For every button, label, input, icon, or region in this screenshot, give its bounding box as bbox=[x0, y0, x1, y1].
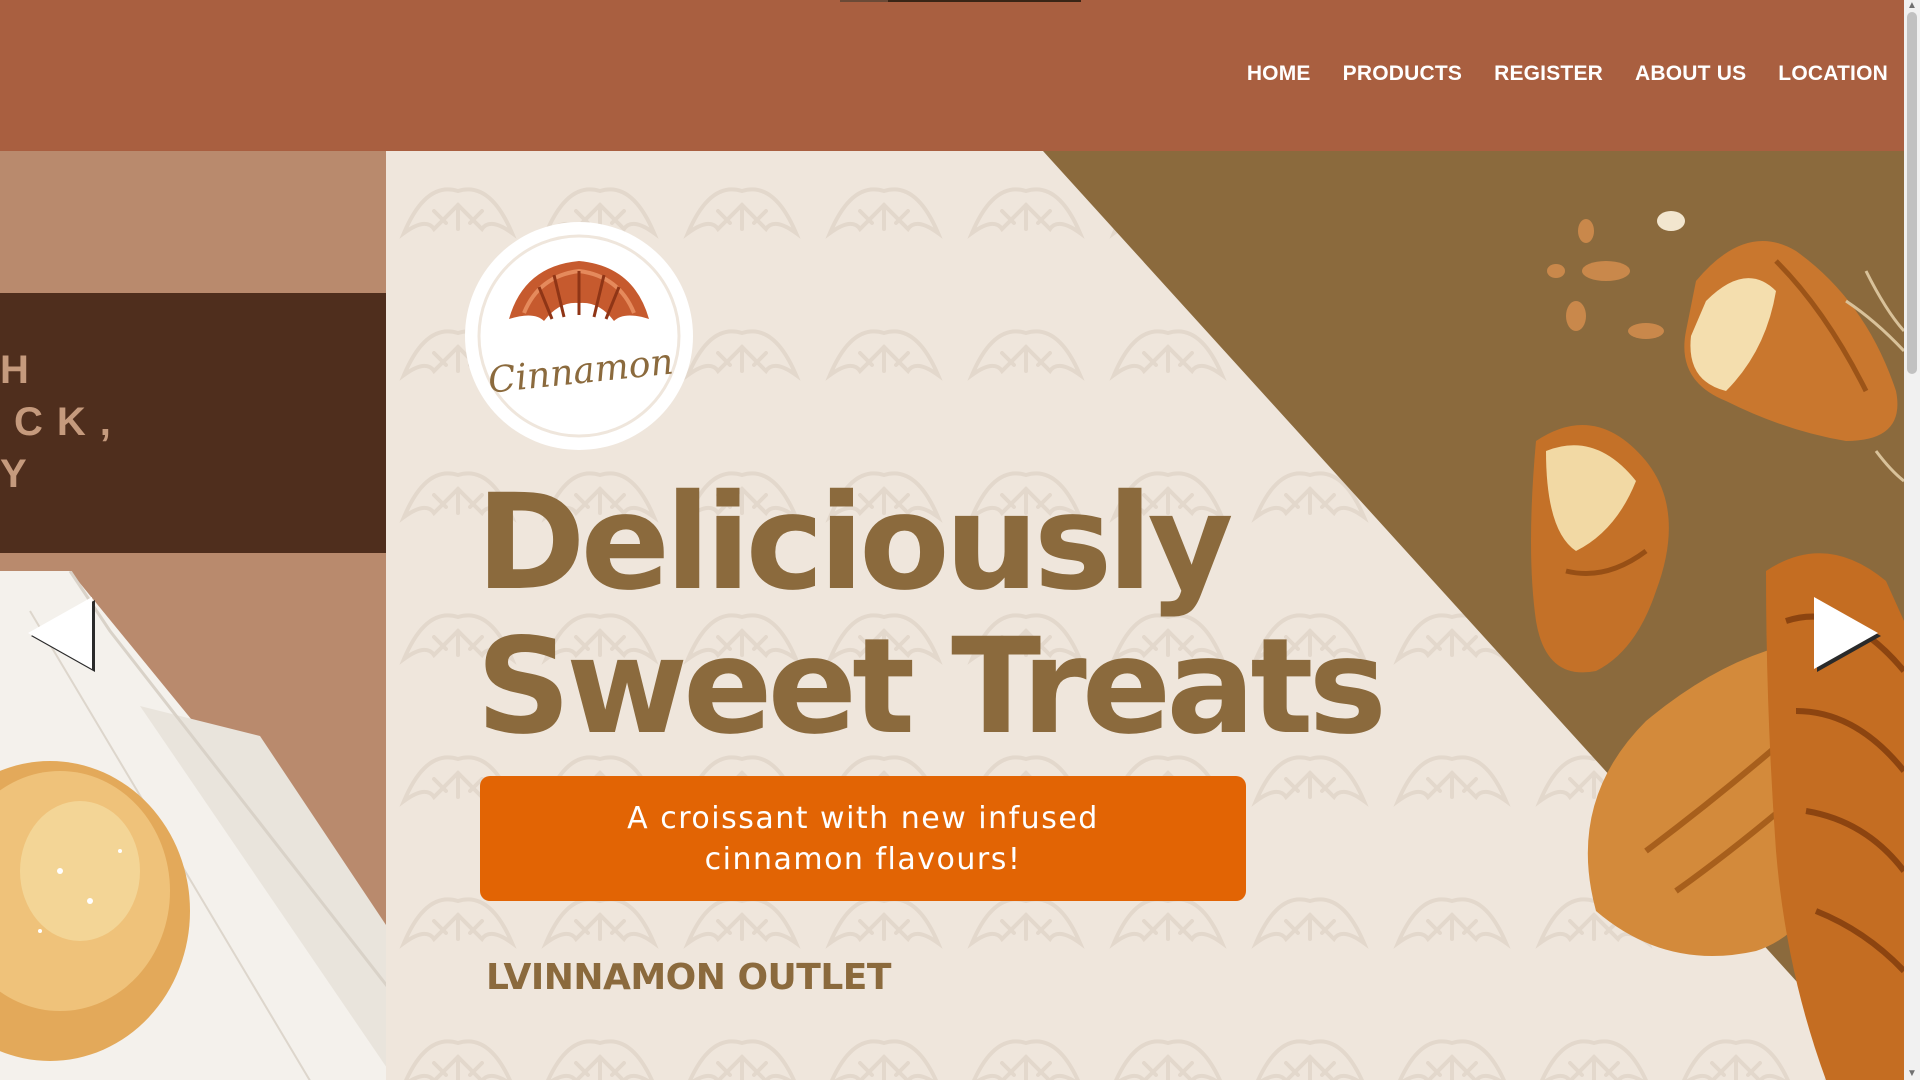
current-slide: Cinnamon Deliciously Sweet Treats A croi… bbox=[386, 151, 1904, 1080]
nav-about-us[interactable]: ABOUT US bbox=[1635, 62, 1746, 86]
carousel-next-button[interactable] bbox=[1808, 591, 1884, 675]
cinnamon-logo: Cinnamon bbox=[465, 222, 693, 450]
nav-register[interactable]: REGISTER bbox=[1494, 62, 1603, 86]
hero-headline: Deliciously Sweet Treats bbox=[476, 471, 1387, 759]
carousel-prev-button[interactable] bbox=[22, 591, 98, 675]
previous-slide-line: CK, bbox=[14, 400, 125, 444]
nav-location[interactable]: LOCATION bbox=[1778, 62, 1888, 86]
promo-text: A croissant with new infused cinnamon fl… bbox=[627, 800, 1099, 877]
page-scrollbar[interactable]: ▲ ▼ bbox=[1904, 0, 1920, 1080]
navbar: HOME PRODUCTS REGISTER ABOUT US LOCATION bbox=[0, 0, 1904, 151]
previous-slide-line: Y bbox=[0, 452, 41, 496]
outlet-name: LVINNAMON OUTLET bbox=[486, 957, 891, 998]
headline-line-1: Deliciously bbox=[476, 466, 1234, 620]
carousel-top-indicator bbox=[840, 0, 1081, 2]
nav-links: HOME PRODUCTS REGISTER ABOUT US LOCATION bbox=[1247, 62, 1888, 86]
previous-slide-banner: H CK, Y bbox=[0, 293, 386, 553]
hero-carousel: H CK, Y Cinnamon Deliciously Sweet Treat… bbox=[0, 151, 1904, 1080]
left-triangle-arrow-icon bbox=[28, 597, 95, 672]
right-triangle-arrow-icon bbox=[1814, 597, 1881, 672]
previous-slide-line: H bbox=[0, 348, 43, 392]
scroll-down-icon[interactable]: ▼ bbox=[1904, 1068, 1920, 1080]
nav-products[interactable]: PRODUCTS bbox=[1343, 62, 1462, 86]
promo-banner: A croissant with new infused cinnamon fl… bbox=[480, 776, 1246, 901]
scroll-up-icon[interactable]: ▲ bbox=[1904, 0, 1920, 12]
headline-line-2: Sweet Treats bbox=[476, 610, 1387, 764]
nav-home[interactable]: HOME bbox=[1247, 62, 1311, 86]
scrollbar-thumb[interactable] bbox=[1907, 12, 1917, 374]
